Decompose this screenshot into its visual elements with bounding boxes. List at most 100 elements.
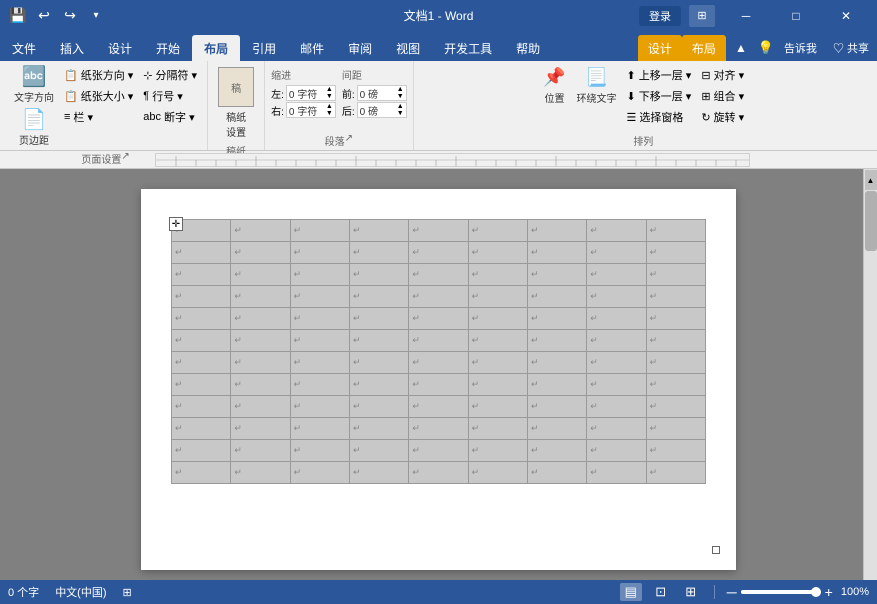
spacing-after-input[interactable]: 0 磅 ▲▼ — [357, 102, 407, 118]
table-cell[interactable] — [290, 352, 349, 374]
table-move-handle[interactable]: ✛ — [169, 217, 183, 231]
table-cell[interactable] — [527, 308, 586, 330]
table-row[interactable] — [172, 352, 706, 374]
tab-review[interactable]: 审阅 — [336, 35, 384, 61]
table-cell[interactable] — [172, 286, 231, 308]
table-cell[interactable] — [409, 418, 468, 440]
table-row[interactable] — [172, 396, 706, 418]
table-cell[interactable] — [231, 264, 290, 286]
table-cell[interactable] — [290, 374, 349, 396]
table-cell[interactable] — [646, 242, 705, 264]
table-row[interactable] — [172, 220, 706, 242]
zoom-out-button[interactable]: ─ — [727, 584, 737, 600]
table-cell[interactable] — [646, 462, 705, 484]
table-cell[interactable] — [646, 440, 705, 462]
zoom-thumb[interactable] — [811, 587, 821, 597]
table-cell[interactable] — [527, 242, 586, 264]
table-cell[interactable] — [349, 440, 408, 462]
table-cell[interactable] — [468, 396, 527, 418]
table-cell[interactable] — [468, 330, 527, 352]
table-row[interactable] — [172, 308, 706, 330]
maximize-button[interactable]: □ — [773, 0, 819, 31]
table-cell[interactable] — [527, 330, 586, 352]
print-layout-view-button[interactable]: ▤ — [620, 583, 642, 601]
table-cell[interactable] — [409, 286, 468, 308]
wrap-text-button[interactable]: 📃 环绕文字 — [573, 65, 621, 107]
tab-references[interactable]: 引用 — [240, 35, 288, 61]
indent-left-spinner[interactable]: ▲▼ — [326, 86, 333, 100]
table-cell[interactable] — [231, 286, 290, 308]
table-cell[interactable] — [349, 308, 408, 330]
table-cell[interactable] — [468, 308, 527, 330]
zoom-slider[interactable]: ─ + — [727, 584, 833, 600]
table-cell[interactable] — [587, 418, 646, 440]
read-mode-view-button[interactable]: ⊞ — [680, 583, 702, 601]
tab-table-design[interactable]: 设计 — [638, 35, 682, 61]
table-cell[interactable] — [409, 220, 468, 242]
align-button[interactable]: ⊟对齐 ▾ — [697, 65, 748, 85]
table-cell[interactable] — [231, 220, 290, 242]
table-cell[interactable] — [172, 242, 231, 264]
breaks-button[interactable]: ⊹分隔符 ▾ — [139, 65, 201, 85]
paper-orientation-button[interactable]: 📋纸张方向 ▾ — [60, 65, 137, 85]
line-numbers-button[interactable]: ¶行号 ▾ — [139, 86, 201, 106]
customize-qat-icon[interactable]: ▾ — [86, 6, 106, 26]
table-cell[interactable] — [646, 308, 705, 330]
table-row[interactable] — [172, 264, 706, 286]
table-cell[interactable] — [587, 396, 646, 418]
table-cell[interactable] — [349, 286, 408, 308]
bring-forward-button[interactable]: ⬆上移一层 ▾ — [623, 65, 696, 85]
table-cell[interactable] — [527, 264, 586, 286]
table-row[interactable] — [172, 440, 706, 462]
table-cell[interactable] — [468, 418, 527, 440]
vertical-scrollbar[interactable]: ▲ — [863, 169, 877, 580]
table-cell[interactable] — [349, 352, 408, 374]
table-cell[interactable] — [527, 352, 586, 374]
spacing-before-input[interactable]: 0 磅 ▲▼ — [357, 85, 407, 101]
zoom-track[interactable] — [741, 590, 821, 594]
table-cell[interactable] — [349, 462, 408, 484]
table-cell[interactable] — [290, 440, 349, 462]
table-cell[interactable] — [527, 418, 586, 440]
page-setup-dialog-icon[interactable]: ↗ — [121, 151, 129, 162]
tab-layout[interactable]: 布局 — [192, 35, 240, 61]
table-cell[interactable] — [172, 264, 231, 286]
table-cell[interactable] — [468, 242, 527, 264]
table-cell[interactable] — [290, 308, 349, 330]
margins-button[interactable]: 📄 页边距 — [10, 108, 58, 149]
tab-table-layout[interactable]: 布局 — [682, 35, 726, 61]
table-cell[interactable] — [172, 418, 231, 440]
paragraph-dialog-icon[interactable]: ↗ — [345, 133, 353, 144]
table-cell[interactable] — [290, 396, 349, 418]
table-cell[interactable] — [587, 286, 646, 308]
scrollbar-thumb[interactable] — [865, 191, 877, 251]
table-cell[interactable] — [349, 396, 408, 418]
table-cell[interactable] — [349, 242, 408, 264]
draft-settings-button[interactable]: 稿 稿纸设置 — [214, 65, 258, 141]
table-cell[interactable] — [409, 374, 468, 396]
scroll-up-button[interactable]: ▲ — [865, 170, 877, 190]
tab-insert[interactable]: 插入 — [48, 35, 96, 61]
table-cell[interactable] — [646, 220, 705, 242]
send-backward-button[interactable]: ⬇下移一层 ▾ — [623, 86, 696, 106]
table-cell[interactable] — [231, 374, 290, 396]
ribbon-collapse-icon[interactable]: ▲ — [726, 35, 756, 61]
close-button[interactable]: ✕ — [823, 0, 869, 31]
table-cell[interactable] — [231, 330, 290, 352]
table-cell[interactable] — [468, 286, 527, 308]
table-cell[interactable] — [646, 330, 705, 352]
table-cell[interactable] — [587, 220, 646, 242]
table-cell[interactable] — [468, 462, 527, 484]
tab-help[interactable]: 帮助 — [504, 35, 552, 61]
table-cell[interactable] — [231, 242, 290, 264]
zoom-in-button[interactable]: + — [825, 584, 833, 600]
table-cell[interactable] — [409, 440, 468, 462]
table-row[interactable] — [172, 242, 706, 264]
table-cell[interactable] — [349, 264, 408, 286]
table-cell[interactable] — [527, 286, 586, 308]
table-cell[interactable] — [646, 286, 705, 308]
table-cell[interactable] — [290, 220, 349, 242]
table-cell[interactable] — [231, 308, 290, 330]
minimize-button[interactable]: ─ — [723, 0, 769, 31]
table-cell[interactable] — [231, 440, 290, 462]
